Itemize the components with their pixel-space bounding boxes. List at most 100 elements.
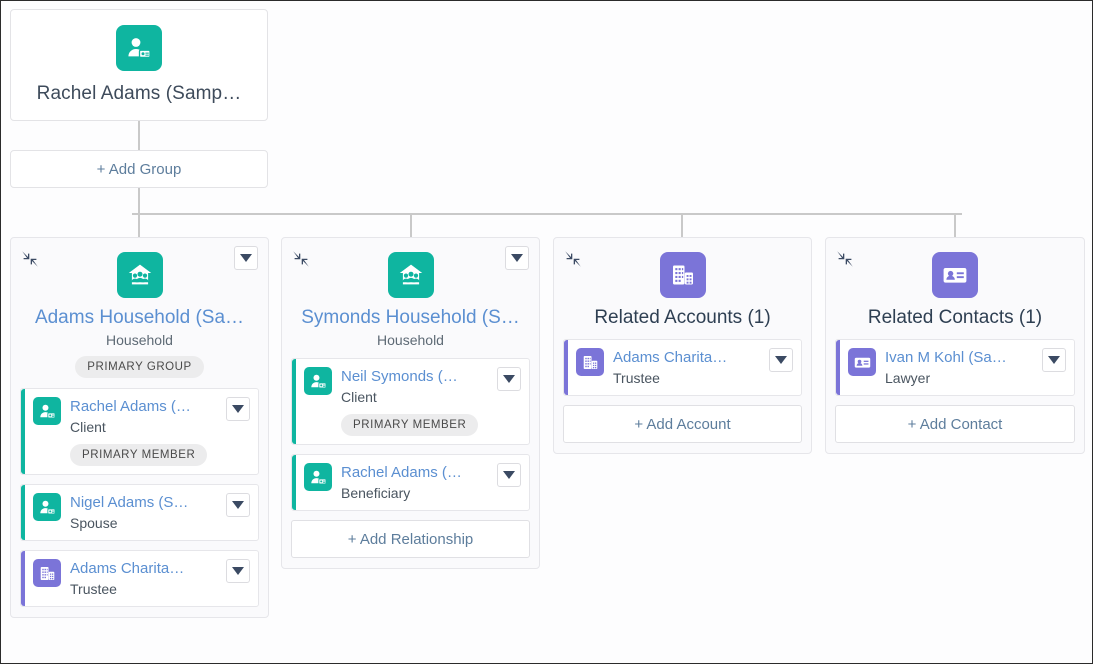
root-person-name: Rachel Adams (Samp… — [36, 83, 242, 104]
person-account-icon — [33, 397, 61, 425]
group-card-related-contacts: Related Contacts (1) Ivan M Kohl (Sa… Law… — [825, 237, 1085, 454]
member-row[interactable]: Adams Charita… Trustee — [563, 339, 802, 396]
member-menu-button[interactable] — [497, 367, 521, 391]
person-account-icon — [116, 25, 162, 71]
card-body: Neil Symonds (… Client PRIMARY MEMBER Rach… — [282, 348, 539, 568]
card-menu-button[interactable] — [505, 246, 529, 270]
connector-drop-2 — [410, 213, 412, 237]
card-subtitle: Household — [377, 332, 444, 348]
member-row-texts: Rachel Adams (… Beneficiary — [341, 463, 488, 502]
connector-horizontal-bus — [132, 213, 962, 215]
account-icon — [659, 252, 706, 298]
card-title: Related Contacts (1) — [867, 307, 1043, 328]
chevron-down-icon — [1048, 356, 1060, 364]
member-role: Beneficiary — [341, 485, 411, 501]
member-menu-button[interactable] — [497, 463, 521, 487]
status-badge: PRIMARY GROUP — [75, 356, 204, 378]
add-item-button[interactable]: + Add Relationship — [291, 520, 530, 558]
chevron-down-icon — [240, 254, 252, 262]
card-body: Ivan M Kohl (Sa… Lawyer + Add Contact — [826, 329, 1084, 453]
contact-icon — [848, 348, 876, 376]
account-icon — [576, 348, 604, 376]
member-row[interactable]: Nigel Adams (S… Spouse — [20, 484, 259, 541]
member-row-menu[interactable] — [769, 348, 793, 372]
member-row-menu[interactable] — [497, 463, 521, 487]
card-menu-button[interactable] — [234, 246, 258, 270]
member-row-texts: Ivan M Kohl (Sa… Lawyer — [885, 348, 1033, 387]
member-menu-button[interactable] — [226, 397, 250, 421]
household-icon — [387, 252, 434, 298]
member-menu-button[interactable] — [226, 493, 250, 517]
chevron-down-icon — [775, 356, 787, 364]
card-title: Related Accounts (1) — [594, 307, 771, 328]
connector-addgroup-to-bus — [138, 188, 140, 215]
account-icon — [33, 559, 61, 587]
member-name-link[interactable]: Neil Symonds (… — [341, 367, 488, 386]
card-title[interactable]: Symonds Household (S… — [301, 307, 520, 329]
chevron-down-icon — [511, 254, 523, 262]
member-row-texts: Neil Symonds (… Client PRIMARY MEMBER — [341, 367, 488, 436]
card-header: Adams Household (Sa… Household PRIMARY GRO… — [11, 238, 268, 378]
member-row-menu[interactable] — [1042, 348, 1066, 372]
member-row-menu[interactable] — [226, 493, 250, 517]
add-item-button[interactable]: + Add Account — [563, 405, 802, 443]
card-body: Rachel Adams (… Client PRIMARY MEMBER Nige… — [11, 378, 268, 617]
contact-icon — [932, 252, 978, 298]
add-group-button[interactable]: + Add Group — [10, 150, 268, 188]
person-account-icon — [304, 463, 332, 491]
member-name-link[interactable]: Ivan M Kohl (Sa… — [885, 348, 1033, 367]
household-icon — [116, 252, 163, 298]
member-row[interactable]: Rachel Adams (… Beneficiary — [291, 454, 530, 511]
member-row[interactable]: Adams Charita… Trustee — [20, 550, 259, 607]
member-name-link[interactable]: Rachel Adams (… — [341, 463, 488, 482]
collapse-icon[interactable] — [834, 248, 856, 270]
chevron-down-icon — [503, 375, 515, 383]
member-role: Trustee — [613, 370, 660, 386]
card-body: Adams Charita… Trustee + Add Account — [554, 329, 811, 453]
relationship-hierarchy-canvas: Rachel Adams (Samp… + Add Group Adams Ho… — [0, 0, 1093, 664]
member-role: Client — [70, 419, 106, 435]
member-row[interactable]: Neil Symonds (… Client PRIMARY MEMBER — [291, 358, 530, 445]
chevron-down-icon — [503, 471, 515, 479]
member-name-link[interactable]: Rachel Adams (… — [70, 397, 217, 416]
card-header: Related Contacts (1) — [826, 238, 1084, 329]
group-card-adams-household: Adams Household (Sa… Household PRIMARY GRO… — [10, 237, 269, 618]
member-name-link[interactable]: Adams Charita… — [70, 559, 217, 578]
member-menu-button[interactable] — [769, 348, 793, 372]
member-role: Lawyer — [885, 370, 931, 386]
member-row-texts: Nigel Adams (S… Spouse — [70, 493, 217, 532]
card-subtitle: Household — [106, 332, 173, 348]
member-row[interactable]: Ivan M Kohl (Sa… Lawyer — [835, 339, 1075, 396]
member-badge: PRIMARY MEMBER — [70, 444, 208, 466]
card-title[interactable]: Adams Household (Sa… — [35, 307, 244, 329]
member-row-texts: Rachel Adams (… Client PRIMARY MEMBER — [70, 397, 217, 466]
member-role: Client — [341, 389, 377, 405]
root-person-card[interactable]: Rachel Adams (Samp… — [10, 9, 268, 121]
connector-root-to-addgroup — [138, 121, 140, 150]
connector-drop-4 — [954, 213, 956, 237]
collapse-icon[interactable] — [562, 248, 584, 270]
card-menu[interactable] — [234, 246, 258, 270]
member-role: Spouse — [70, 515, 118, 531]
chevron-down-icon — [232, 405, 244, 413]
chevron-down-icon — [232, 501, 244, 509]
collapse-icon[interactable] — [19, 248, 41, 270]
member-row-texts: Adams Charita… Trustee — [70, 559, 217, 598]
collapse-icon[interactable] — [290, 248, 312, 270]
card-menu[interactable] — [505, 246, 529, 270]
card-header: Symonds Household (S… Household — [282, 238, 539, 348]
member-menu-button[interactable] — [1042, 348, 1066, 372]
add-item-button[interactable]: + Add Contact — [835, 405, 1075, 443]
member-row-menu[interactable] — [226, 559, 250, 583]
member-name-link[interactable]: Adams Charita… — [613, 348, 760, 367]
group-card-symonds-household: Symonds Household (S… Household Neil Symo… — [281, 237, 540, 569]
connector-drop-3 — [681, 213, 683, 237]
member-row-texts: Adams Charita… Trustee — [613, 348, 760, 387]
member-menu-button[interactable] — [226, 559, 250, 583]
member-row-menu[interactable] — [226, 397, 250, 421]
member-name-link[interactable]: Nigel Adams (S… — [70, 493, 217, 512]
card-header: Related Accounts (1) — [554, 238, 811, 329]
member-row[interactable]: Rachel Adams (… Client PRIMARY MEMBER — [20, 388, 259, 475]
member-row-menu[interactable] — [497, 367, 521, 391]
member-role: Trustee — [70, 581, 117, 597]
